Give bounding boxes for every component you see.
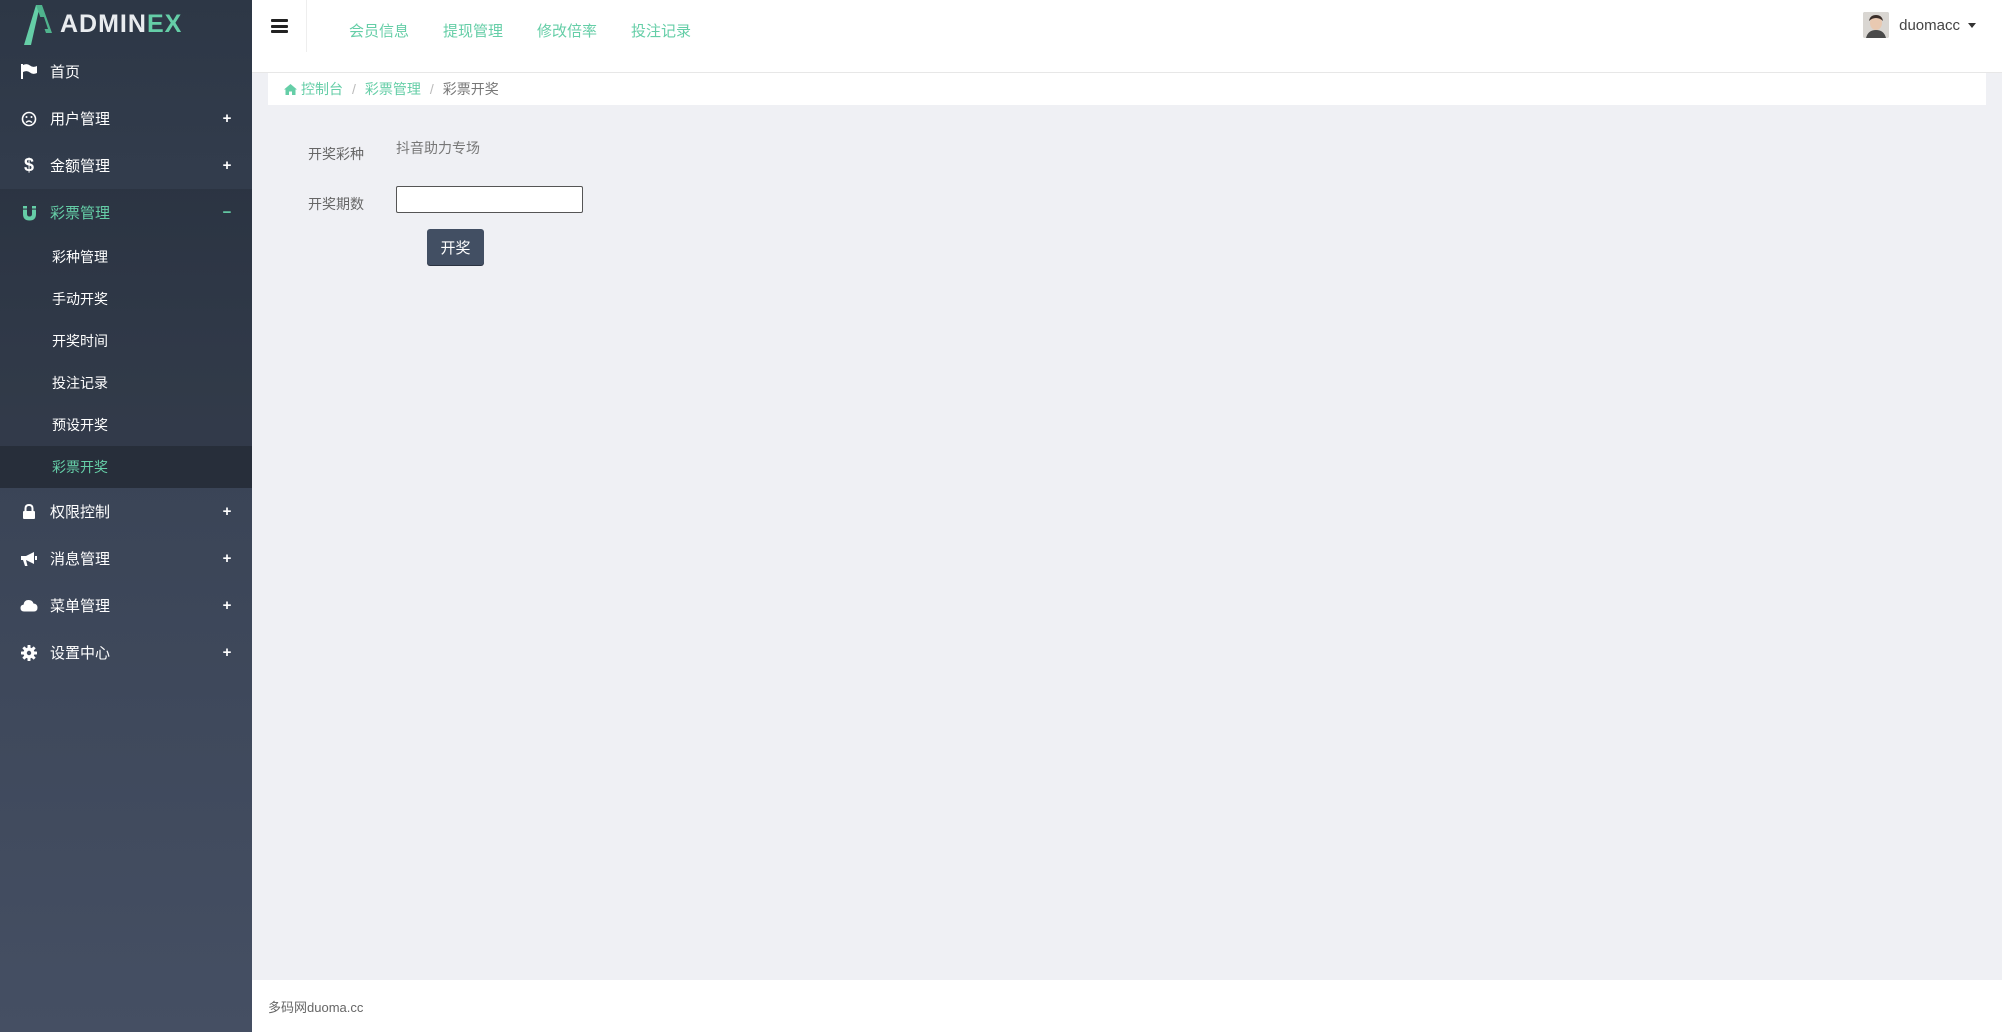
breadcrumb-separator: /	[352, 81, 356, 97]
breadcrumb-current: 彩票开奖	[442, 81, 499, 97]
lock-icon	[20, 503, 38, 521]
home-icon	[284, 83, 297, 95]
frown-icon	[20, 110, 38, 128]
submenu-item-lottery-types[interactable]: 彩种管理	[0, 236, 252, 278]
flag-icon	[20, 63, 38, 81]
lottery-type-row: 开奖彩种 抖音助力专场	[268, 140, 480, 164]
hamburger-icon	[270, 19, 288, 33]
logo-mark-icon	[18, 3, 54, 45]
draw-period-row: 开奖期数	[268, 186, 583, 213]
top-nav-member-info[interactable]: 会员信息	[349, 20, 409, 41]
sidebar-toggle-button[interactable]	[252, 0, 307, 52]
submenu-item-preset-draw[interactable]: 预设开奖	[0, 404, 252, 446]
username: duomacc	[1899, 16, 1960, 34]
sidebar: ADMINEX 首页 用户管理 + $ 金额管理 + 彩票管理 − 彩种管理 手…	[0, 0, 252, 1032]
top-nav-odds[interactable]: 修改倍率	[537, 20, 597, 41]
sidebar-item-funds[interactable]: $ 金额管理 +	[0, 142, 252, 189]
sidebar-item-home[interactable]: 首页	[0, 48, 252, 95]
submenu-item-draw-time[interactable]: 开奖时间	[0, 320, 252, 362]
chevron-down-icon	[1968, 22, 1976, 28]
sidebar-menu-lower: 权限控制 + 消息管理 + 菜单管理 + 设置中心 +	[0, 488, 252, 676]
bullhorn-icon	[20, 550, 38, 568]
magnet-icon	[20, 204, 38, 222]
lottery-type-label: 开奖彩种	[308, 146, 364, 162]
sidebar-item-menus[interactable]: 菜单管理 +	[0, 582, 252, 629]
top-nav-bet-records[interactable]: 投注记录	[631, 20, 691, 41]
submenu-item-lottery-draw[interactable]: 彩票开奖	[0, 446, 252, 488]
sidebar-item-settings[interactable]: 设置中心 +	[0, 629, 252, 676]
sidebar-item-messages[interactable]: 消息管理 +	[0, 535, 252, 582]
footer: 多码网duoma.cc	[252, 980, 2002, 1032]
draw-period-label: 开奖期数	[308, 195, 364, 212]
logo-text: ADMINEX	[60, 9, 183, 38]
top-header: 会员信息 提现管理 修改倍率 投注记录 duomacc	[252, 0, 2002, 73]
draw-button[interactable]: 开奖	[427, 229, 484, 265]
submenu-item-bet-records[interactable]: 投注记录	[0, 362, 252, 404]
dollar-icon: $	[23, 155, 34, 175]
gear-icon	[20, 644, 38, 662]
lottery-type-value: 抖音助力专场	[396, 140, 480, 156]
logo[interactable]: ADMINEX	[0, 0, 252, 48]
breadcrumb-section[interactable]: 彩票管理	[365, 79, 421, 99]
footer-text: 多码网duoma.cc	[268, 999, 364, 1015]
sidebar-item-permissions[interactable]: 权限控制 +	[0, 488, 252, 535]
breadcrumb-home[interactable]: 控制台	[284, 79, 343, 99]
sidebar-menu: 首页 用户管理 + $ 金额管理 + 彩票管理 −	[0, 48, 252, 236]
top-nav-withdrawals[interactable]: 提现管理	[443, 20, 503, 41]
top-nav: 会员信息 提现管理 修改倍率 投注记录	[349, 20, 725, 41]
lottery-submenu: 彩种管理 手动开奖 开奖时间 投注记录 预设开奖 彩票开奖	[0, 236, 252, 488]
submenu-item-manual-draw[interactable]: 手动开奖	[0, 278, 252, 320]
sidebar-item-users[interactable]: 用户管理 +	[0, 95, 252, 142]
cloud-icon	[20, 597, 38, 615]
draw-period-input[interactable]	[396, 186, 583, 213]
breadcrumb-separator: /	[429, 81, 434, 97]
avatar	[1863, 12, 1890, 38]
breadcrumb: 控制台 / 彩票管理 / 彩票开奖	[268, 73, 1986, 105]
user-menu[interactable]: duomacc	[1863, 12, 1976, 38]
sidebar-item-lottery[interactable]: 彩票管理 −	[0, 189, 252, 236]
